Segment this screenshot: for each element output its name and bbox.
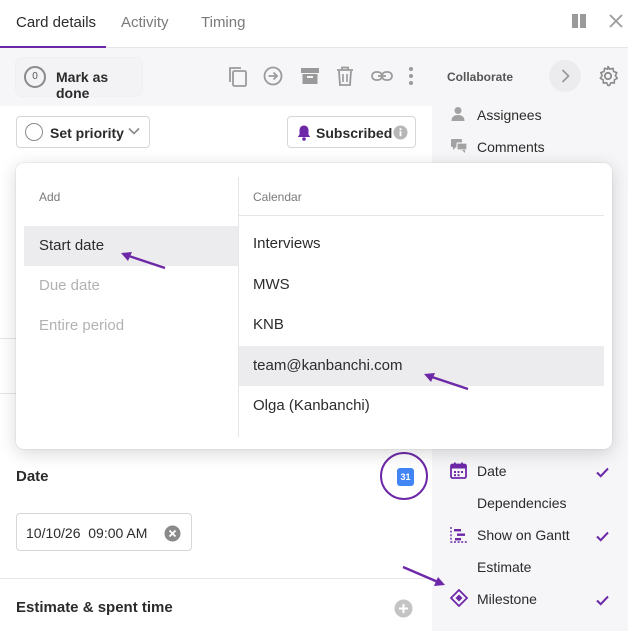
bell-icon: [296, 124, 312, 146]
sidebar-item-milestone[interactable]: Milestone: [477, 591, 537, 607]
info-icon[interactable]: [393, 125, 408, 145]
chevron-right-icon: [561, 69, 570, 83]
check-icon: [596, 529, 609, 547]
done-counter: 0: [24, 66, 46, 88]
link-icon[interactable]: [371, 66, 393, 91]
tab-timing[interactable]: Timing: [201, 14, 245, 31]
mark-as-done-button[interactable]: 0 Mark as done: [16, 58, 142, 101]
calendar-option-mws[interactable]: MWS: [239, 265, 604, 305]
add-option-entire-period[interactable]: Entire period: [24, 306, 238, 346]
mark-as-done-label: Mark as done: [56, 69, 109, 101]
annotation-arrow-icon: [402, 565, 445, 586]
more-icon[interactable]: [407, 66, 415, 91]
calendar-icon: [450, 462, 467, 484]
calendar-option-knb[interactable]: KNB: [239, 305, 604, 345]
google-calendar-icon: 31: [397, 468, 414, 486]
sidebar-item-assignees[interactable]: Assignees: [477, 107, 542, 123]
split-view-icon[interactable]: [571, 13, 587, 34]
gantt-icon: [450, 526, 468, 548]
close-icon[interactable]: [608, 13, 624, 34]
date-time-field[interactable]: 10/10/26 09:00 AM: [16, 513, 192, 551]
check-icon: [596, 465, 609, 483]
priority-label: Set priority: [50, 125, 124, 141]
estimate-section: Estimate & spent time: [0, 578, 432, 631]
action-toolbar: 0 Mark as done: [0, 48, 432, 106]
set-priority-dropdown[interactable]: Set priority: [16, 116, 150, 148]
subscribed-button[interactable]: Subscribed: [287, 116, 416, 148]
sidebar-item-comments[interactable]: Comments: [477, 139, 545, 155]
subscribed-label: Subscribed: [316, 125, 393, 141]
popup-calendar-header: Calendar: [253, 190, 302, 204]
tab-activity[interactable]: Activity: [121, 14, 169, 31]
check-icon: [596, 593, 609, 611]
sidebar-item-show-on-gantt[interactable]: Show on Gantt: [477, 527, 570, 543]
tab-card-details[interactable]: Card details: [16, 14, 96, 31]
add-option-due-date[interactable]: Due date: [24, 266, 238, 306]
chevron-down-icon: [127, 124, 141, 143]
date-section-title: Date: [16, 468, 49, 485]
date-time-value: 10/10/26 09:00 AM: [26, 525, 148, 541]
estimate-section-title: Estimate & spent time: [16, 599, 173, 616]
tab-bar: Card details Activity Timing: [0, 0, 628, 48]
person-icon: [450, 106, 466, 127]
delete-icon[interactable]: [336, 66, 354, 91]
popup-header-divider: [239, 215, 604, 216]
clear-date-icon[interactable]: [164, 525, 181, 547]
popup-add-header: Add: [39, 190, 61, 204]
annotation-arrow-icon: [121, 252, 166, 270]
comments-icon: [450, 138, 468, 159]
sidebar-item-dependencies[interactable]: Dependencies: [477, 495, 567, 511]
collapse-sidebar-button[interactable]: [549, 60, 581, 92]
annotation-arrow-icon: [424, 373, 469, 391]
sidebar-item-date[interactable]: Date: [477, 463, 507, 479]
move-icon[interactable]: [263, 66, 283, 91]
add-estimate-icon[interactable]: [394, 599, 413, 623]
collaborate-label: Collaborate: [447, 70, 514, 84]
priority-circle-icon: [25, 123, 43, 141]
add-date-calendar-popup: Add Calendar Start date Due date Entire …: [16, 163, 612, 449]
archive-icon[interactable]: [300, 66, 320, 91]
copy-icon[interactable]: [228, 66, 248, 93]
sidebar-item-estimate[interactable]: Estimate: [477, 559, 531, 575]
date-section: Date 31 10/10/26 09:00 AM: [0, 446, 432, 576]
gear-icon[interactable]: [597, 65, 619, 92]
calendar-option-interviews[interactable]: Interviews: [239, 224, 604, 264]
milestone-icon: [449, 588, 469, 612]
google-calendar-button[interactable]: 31: [380, 452, 428, 500]
